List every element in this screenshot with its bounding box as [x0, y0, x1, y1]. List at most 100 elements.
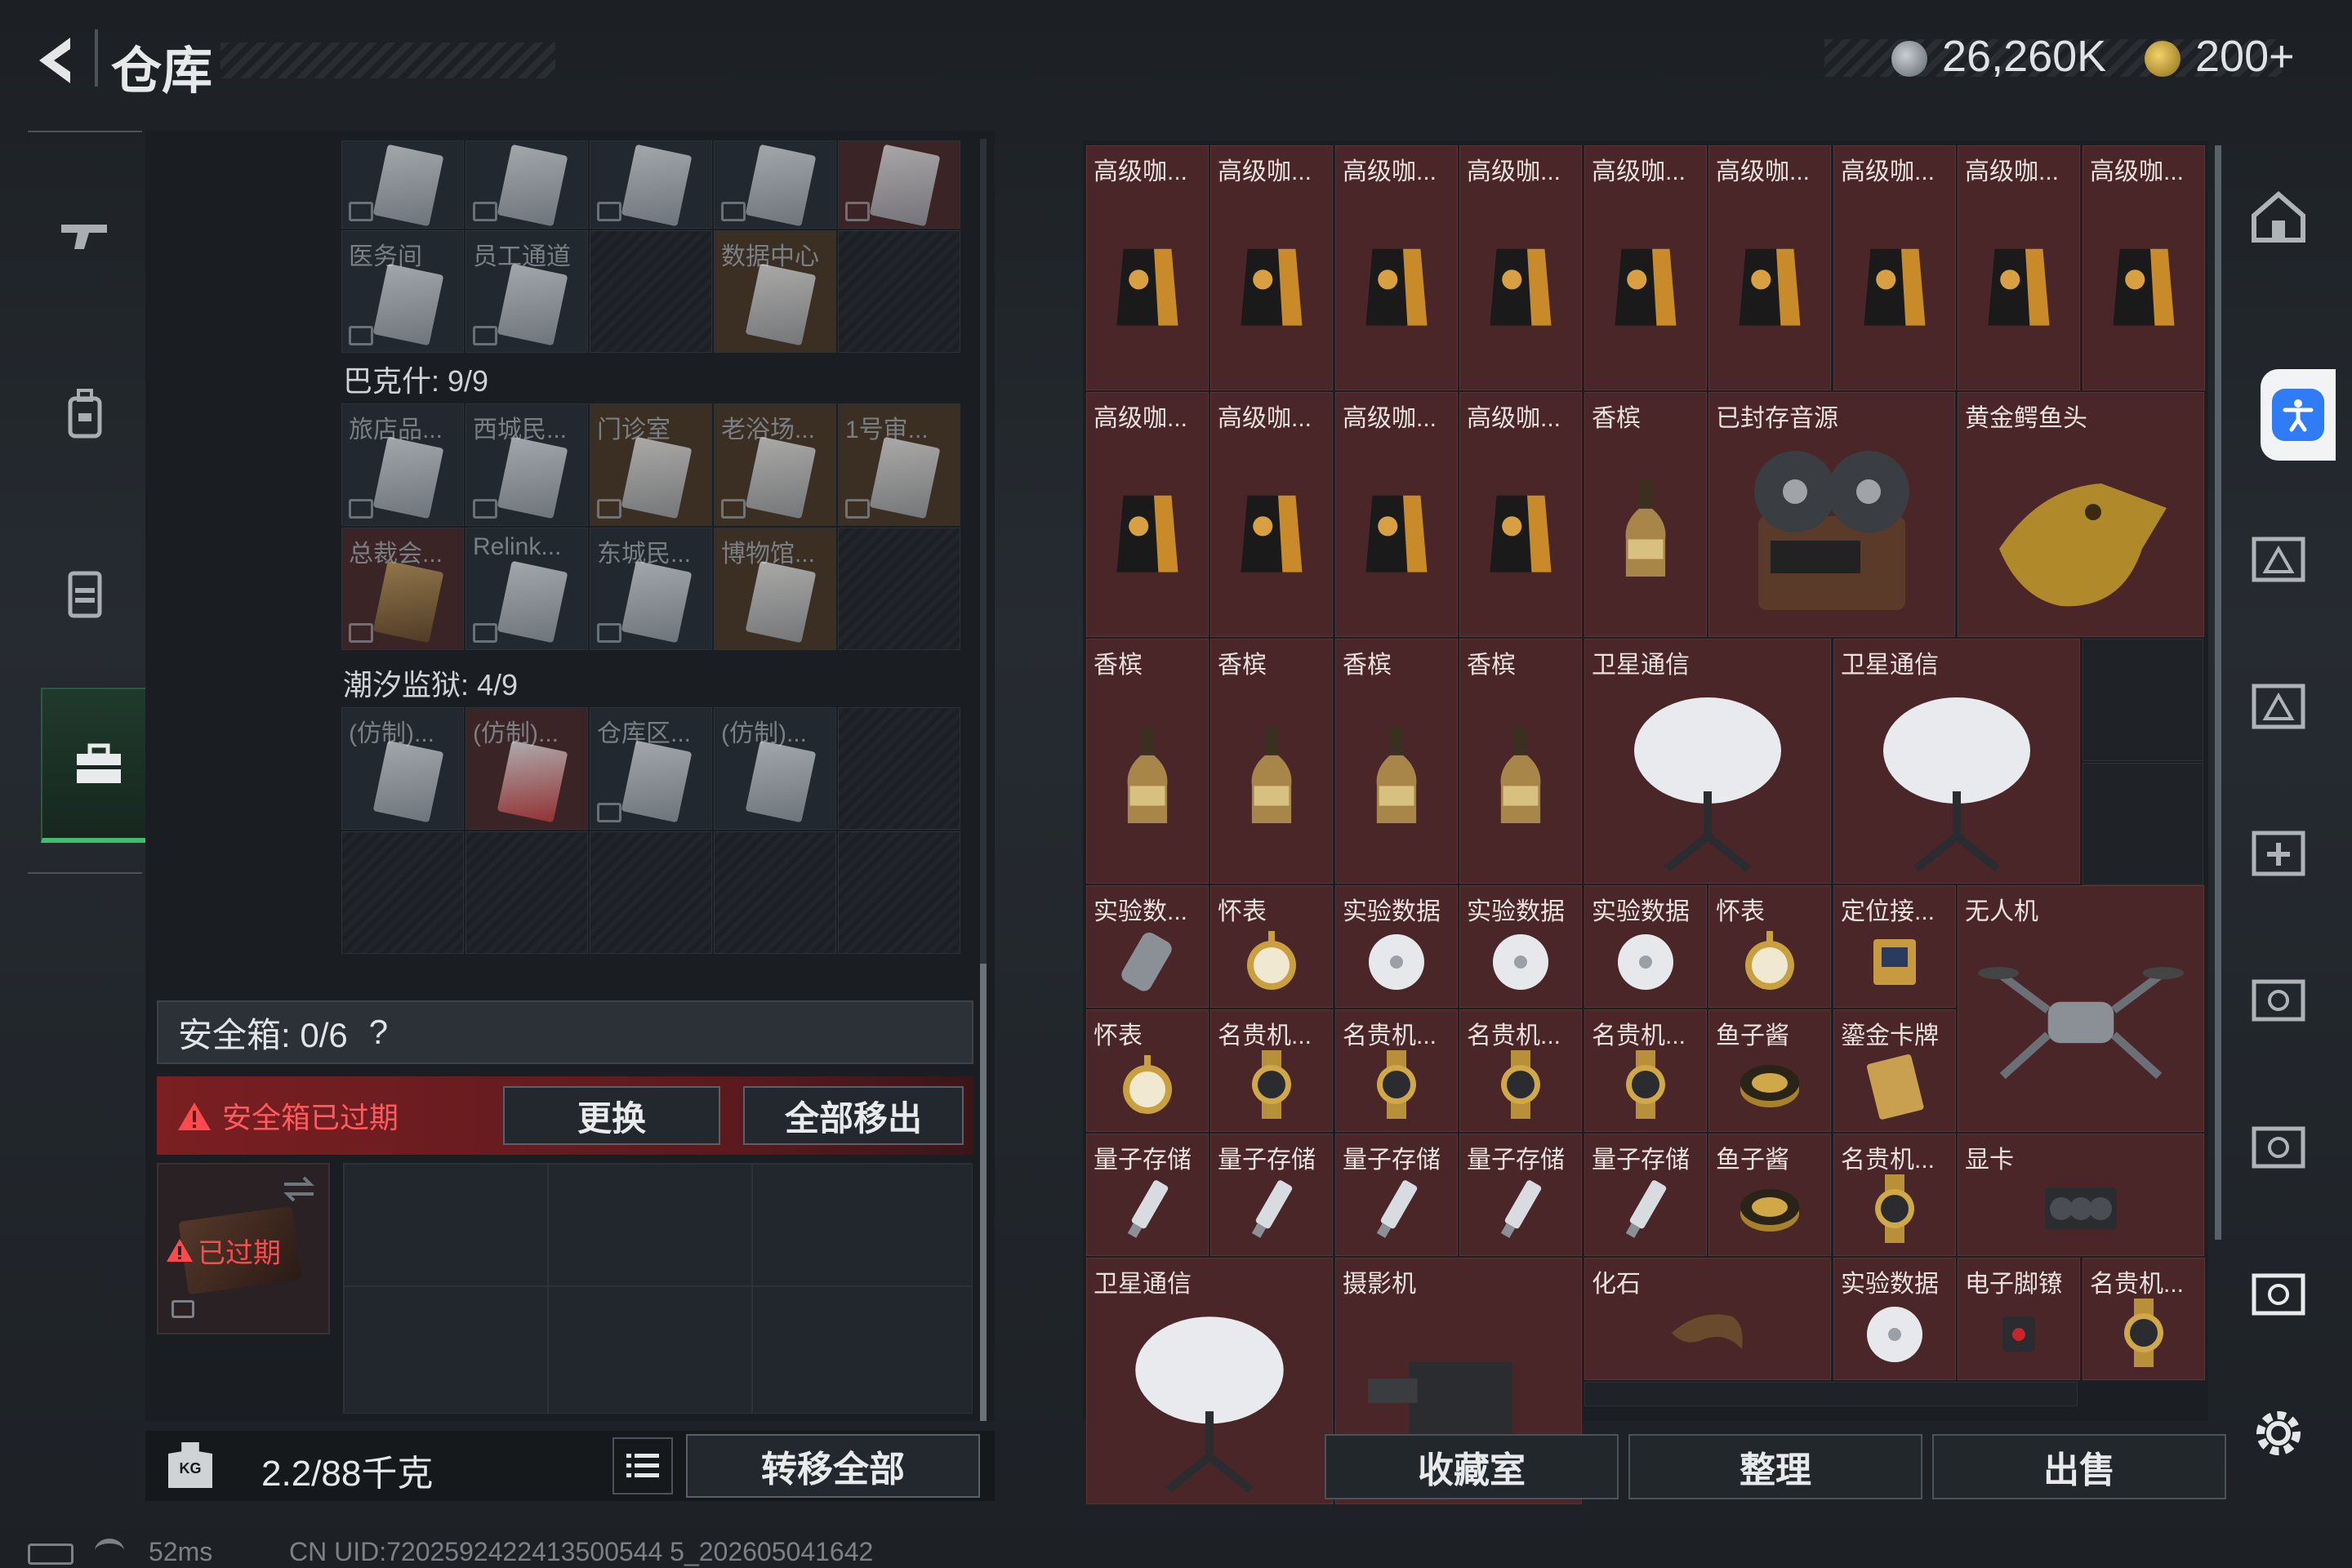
rail-stash-tab[interactable]	[2246, 188, 2311, 245]
key-card-slot[interactable]: 仓库区...	[590, 707, 712, 830]
inventory-item[interactable]: 名贵机...	[1459, 1009, 1582, 1132]
collection-room-button[interactable]: 收藏室	[1325, 1434, 1619, 1499]
gear-icon	[2256, 1411, 2301, 1455]
inventory-item[interactable]: 香槟	[1459, 639, 1582, 884]
move-all-out-button[interactable]: 全部移出	[743, 1086, 964, 1145]
safe-box-slot[interactable]: 已过期	[157, 1163, 330, 1334]
rail-equipment[interactable]	[28, 336, 142, 492]
inventory-item[interactable]: 无人机	[1958, 885, 2204, 1132]
rail-container-tab-6[interactable]	[2246, 1266, 2311, 1323]
rail-weapons[interactable]	[28, 157, 142, 312]
key-card-slot[interactable]: 东城民...	[590, 528, 712, 650]
inventory-item[interactable]: 量子存储	[1584, 1134, 1707, 1256]
inventory-item[interactable]: 实验数据	[1833, 1258, 1956, 1380]
list-view-button[interactable]	[612, 1437, 673, 1494]
accessibility-button[interactable]	[2261, 369, 2336, 461]
inventory-item[interactable]: 高级咖...	[1335, 392, 1458, 637]
settings-button[interactable]	[2246, 1405, 2311, 1462]
rail-container-tab-2[interactable]	[2246, 678, 2311, 735]
inventory-item[interactable]: 高级咖...	[1708, 145, 1831, 390]
inventory-item[interactable]: 高级咖...	[1210, 392, 1333, 637]
key-card-slot[interactable]: 门诊室	[590, 403, 712, 526]
inventory-item[interactable]: 定位接...	[1833, 885, 1956, 1008]
rail-consumables[interactable]	[28, 516, 142, 671]
key-card-slot[interactable]	[838, 140, 960, 229]
key-card-slot[interactable]: 博物馆...	[714, 528, 836, 650]
inventory-item[interactable]: 鎏金卡牌	[1833, 1009, 1956, 1132]
inventory-item[interactable]: 名贵机...	[2082, 1258, 2205, 1380]
inventory-item[interactable]: 卫星通信	[1086, 1258, 1333, 1504]
inventory-item[interactable]: 量子存储	[1459, 1134, 1582, 1256]
key-card-slot[interactable]: 总裁会...	[341, 528, 464, 650]
satellite-dish-icon	[1634, 697, 1781, 872]
inventory-item[interactable]: 显卡	[1958, 1134, 2204, 1256]
key-card-slot[interactable]: 数据中心	[714, 230, 836, 353]
inventory-item[interactable]: 高级咖...	[1958, 145, 2080, 390]
inventory-item[interactable]: 已封存音源	[1708, 392, 1955, 637]
inventory-item[interactable]: 怀表	[1708, 885, 1831, 1008]
inventory-item[interactable]: 怀表	[1086, 1009, 1209, 1132]
rail-container-tab-3[interactable]	[2246, 825, 2311, 882]
key-card-slot[interactable]: 员工通道	[466, 230, 588, 353]
inventory-item[interactable]: 名贵机...	[1210, 1009, 1333, 1132]
inventory-item[interactable]: 高级咖...	[1459, 392, 1582, 637]
key-card-slot[interactable]	[466, 140, 588, 229]
inventory-item[interactable]: 高级咖...	[1086, 145, 1209, 390]
key-card-slot[interactable]	[590, 140, 712, 229]
rail-container-tab-5[interactable]	[2246, 1119, 2311, 1176]
key-card-slot[interactable]: Relink...	[466, 528, 588, 650]
key-card-slot[interactable]: (仿制)...	[714, 707, 836, 830]
inventory-item[interactable]: 高级咖...	[1335, 145, 1458, 390]
inventory-item[interactable]: 香槟	[1210, 639, 1333, 884]
inventory-item[interactable]: 名贵机...	[1335, 1009, 1458, 1132]
inventory-item[interactable]: 怀表	[1210, 885, 1333, 1008]
inventory-item[interactable]: 鱼子酱	[1708, 1009, 1831, 1132]
inventory-item[interactable]: 高级咖...	[1459, 145, 1582, 390]
inventory-item[interactable]: 鱼子酱	[1708, 1134, 1831, 1256]
sell-button[interactable]: 出售	[1932, 1434, 2226, 1499]
sort-button[interactable]: 整理	[1628, 1434, 1922, 1499]
key-card-slot[interactable]: (仿制)...	[341, 707, 464, 830]
inventory-item[interactable]: 实验数据	[1459, 885, 1582, 1008]
inventory-item[interactable]: 卫星通信	[1584, 639, 1831, 884]
inventory-item[interactable]: 高级咖...	[1584, 145, 1707, 390]
inventory-item[interactable]: 电子脚镣	[1958, 1258, 2080, 1380]
inventory-item[interactable]: 名贵机...	[1833, 1134, 1956, 1256]
transfer-all-button[interactable]: 转移全部	[686, 1434, 980, 1498]
inventory-item[interactable]: 香槟	[1335, 639, 1458, 884]
rail-container-tab-1[interactable]	[2246, 531, 2311, 588]
safe-box-header: 安全箱: 0/6 ?	[157, 1000, 973, 1064]
inventory-item[interactable]: 高级咖...	[2082, 145, 2205, 390]
key-card-slot[interactable]: 医务间	[341, 230, 464, 353]
back-button[interactable]	[28, 29, 85, 91]
key-card-slot[interactable]: 旅店品...	[341, 403, 464, 526]
replace-button[interactable]: 更换	[503, 1086, 720, 1145]
inventory-item[interactable]: 实验数...	[1086, 885, 1209, 1008]
inventory-item[interactable]: 高级咖...	[1086, 392, 1209, 637]
inventory-item[interactable]: 香槟	[1584, 392, 1707, 637]
inventory-item[interactable]: 实验数据	[1584, 885, 1707, 1008]
key-card-slot[interactable]: 1号审...	[838, 403, 960, 526]
help-icon[interactable]: ?	[369, 1013, 388, 1052]
pocket-watch-icon	[1745, 931, 1794, 990]
key-card-slot[interactable]	[341, 140, 464, 229]
inventory-item[interactable]: 卫星通信	[1833, 639, 2080, 884]
key-card-slot[interactable]: 老浴场...	[714, 403, 836, 526]
key-card-slot[interactable]: (仿制)...	[466, 707, 588, 830]
inventory-item[interactable]: 高级咖...	[1210, 145, 1333, 390]
inventory-item[interactable]: 化石	[1584, 1258, 1831, 1380]
gold-croc-head-icon	[1999, 483, 2167, 607]
key-card-slot[interactable]: 西城民...	[466, 403, 588, 526]
inventory-item[interactable]: 量子存储	[1335, 1134, 1458, 1256]
inventory-item[interactable]: 名贵机...	[1584, 1009, 1707, 1132]
inventory-item[interactable]: 量子存储	[1210, 1134, 1333, 1256]
inventory-item[interactable]: 黄金鳄鱼头	[1958, 392, 2204, 637]
inventory-item[interactable]: 量子存储	[1086, 1134, 1209, 1256]
empty-slot	[590, 230, 712, 353]
inventory-item[interactable]: 实验数据	[1335, 885, 1458, 1008]
rail-container-tab-4[interactable]	[2246, 972, 2311, 1029]
inventory-item[interactable]: 香槟	[1086, 639, 1209, 884]
rail-valuables[interactable]	[41, 688, 157, 843]
key-card-slot[interactable]	[714, 140, 836, 229]
inventory-item[interactable]: 高级咖...	[1833, 145, 1956, 390]
